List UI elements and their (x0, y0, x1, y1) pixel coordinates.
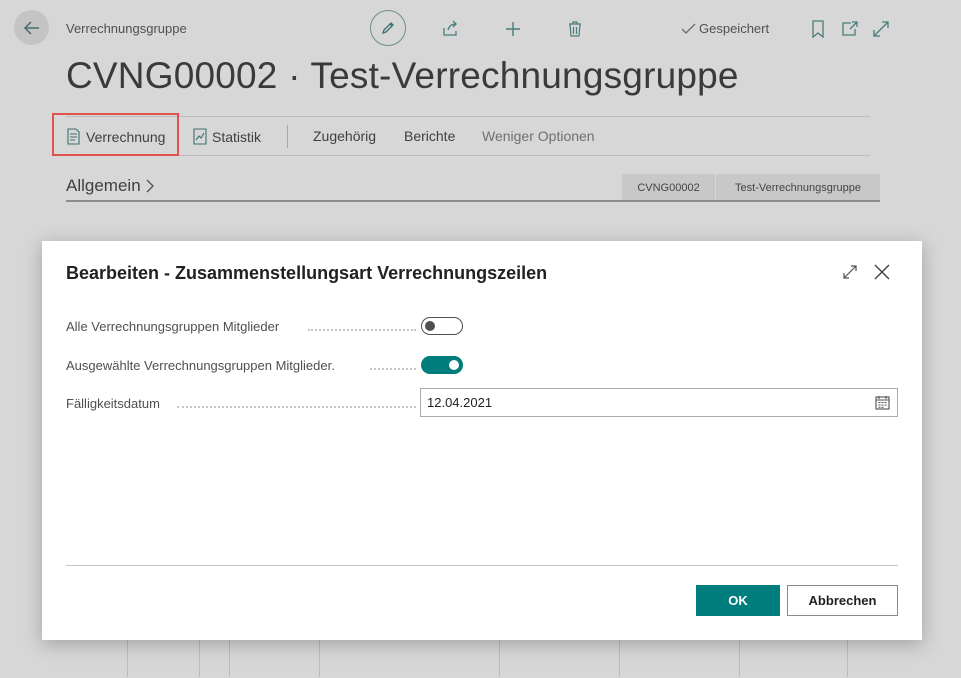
delete-button[interactable] (563, 17, 587, 41)
section-underline (66, 200, 880, 202)
close-icon (874, 264, 890, 280)
pencil-icon (381, 22, 394, 35)
statistik-label: Statistik (212, 128, 262, 145)
ok-button[interactable]: OK (696, 585, 780, 616)
alle-mitglieder-label: Alle Verrechnungsgruppen Mitglieder (66, 319, 280, 334)
open-new-window-icon (842, 21, 858, 36)
share-icon (443, 20, 457, 36)
toggle-knob (425, 321, 435, 331)
action-bar-bottom-divider (66, 155, 870, 156)
expand-icon (873, 21, 889, 37)
leader-dots (370, 368, 416, 370)
faelligkeitsdatum-input[interactable]: 12.04.2021 (420, 388, 898, 417)
alle-mitglieder-toggle[interactable] (421, 317, 463, 335)
ausgewaehlte-mitglieder-label: Ausgewählte Verrechnungsgruppen Mitglied… (66, 358, 335, 373)
dialog-footer-divider (66, 565, 898, 566)
toggle-knob (449, 360, 459, 370)
new-button[interactable] (501, 17, 525, 41)
section-title: Allgemein (66, 176, 141, 195)
plus-icon (506, 22, 520, 36)
maximize-dialog-button[interactable] (838, 260, 862, 284)
saved-label: Gespeichert (699, 21, 770, 36)
berichte-action[interactable]: Berichte (404, 128, 455, 144)
maximize-icon (843, 265, 857, 279)
grid-column-divider (229, 635, 230, 677)
statistik-action[interactable]: Statistik (193, 128, 261, 145)
weniger-optionen-action[interactable]: Weniger Optionen (482, 128, 595, 144)
expand-button[interactable] (869, 17, 893, 41)
edit-button[interactable] (370, 10, 406, 46)
grid-column-divider (619, 635, 620, 677)
section-chip-name: Test-Verrechnungsgruppe (716, 174, 880, 201)
page-title: CVNG00002 · Test-Verrechnungsgruppe (66, 55, 739, 96)
close-dialog-button[interactable] (870, 260, 894, 284)
faelligkeitsdatum-value: 12.04.2021 (427, 395, 493, 410)
calendar-icon[interactable] (875, 395, 890, 410)
bookmark-icon (812, 20, 824, 38)
leader-dots (177, 406, 416, 408)
section-chip-number: CVNG00002 (622, 174, 715, 201)
zugehoerig-action[interactable]: Zugehörig (313, 128, 376, 144)
verrechnung-highlight-frame (52, 113, 179, 156)
chevron-right-icon (146, 179, 154, 193)
edit-dialog: Bearbeiten - Zusammenstellungsart Verrec… (42, 241, 922, 640)
grid-column-divider (847, 635, 848, 677)
share-button[interactable] (438, 17, 462, 41)
saved-status: Gespeichert (681, 21, 769, 36)
grid-column-divider (739, 635, 740, 677)
faelligkeitsdatum-label: Fälligkeitsdatum (66, 396, 160, 411)
leader-dots (308, 329, 416, 331)
bookmark-button[interactable] (806, 17, 830, 41)
open-new-window-button[interactable] (838, 17, 862, 41)
grid-column-divider (319, 635, 320, 677)
action-separator (287, 125, 288, 148)
grid-column-divider (127, 635, 128, 677)
checkmark-icon (681, 23, 696, 34)
grid-column-divider (199, 635, 200, 677)
section-allgemein[interactable]: Allgemein (66, 176, 154, 196)
back-button[interactable] (14, 10, 49, 45)
background-grid (66, 635, 880, 678)
ausgewaehlte-mitglieder-toggle[interactable] (421, 356, 463, 374)
statistics-icon (193, 128, 207, 145)
back-arrow-icon (23, 20, 39, 35)
trash-icon (569, 21, 581, 37)
cancel-button[interactable]: Abbrechen (787, 585, 898, 616)
grid-column-divider (499, 635, 500, 677)
action-bar-top-divider (66, 116, 870, 117)
dialog-title: Bearbeiten - Zusammenstellungsart Verrec… (66, 263, 548, 283)
breadcrumb[interactable]: Verrechnungsgruppe (66, 21, 187, 36)
